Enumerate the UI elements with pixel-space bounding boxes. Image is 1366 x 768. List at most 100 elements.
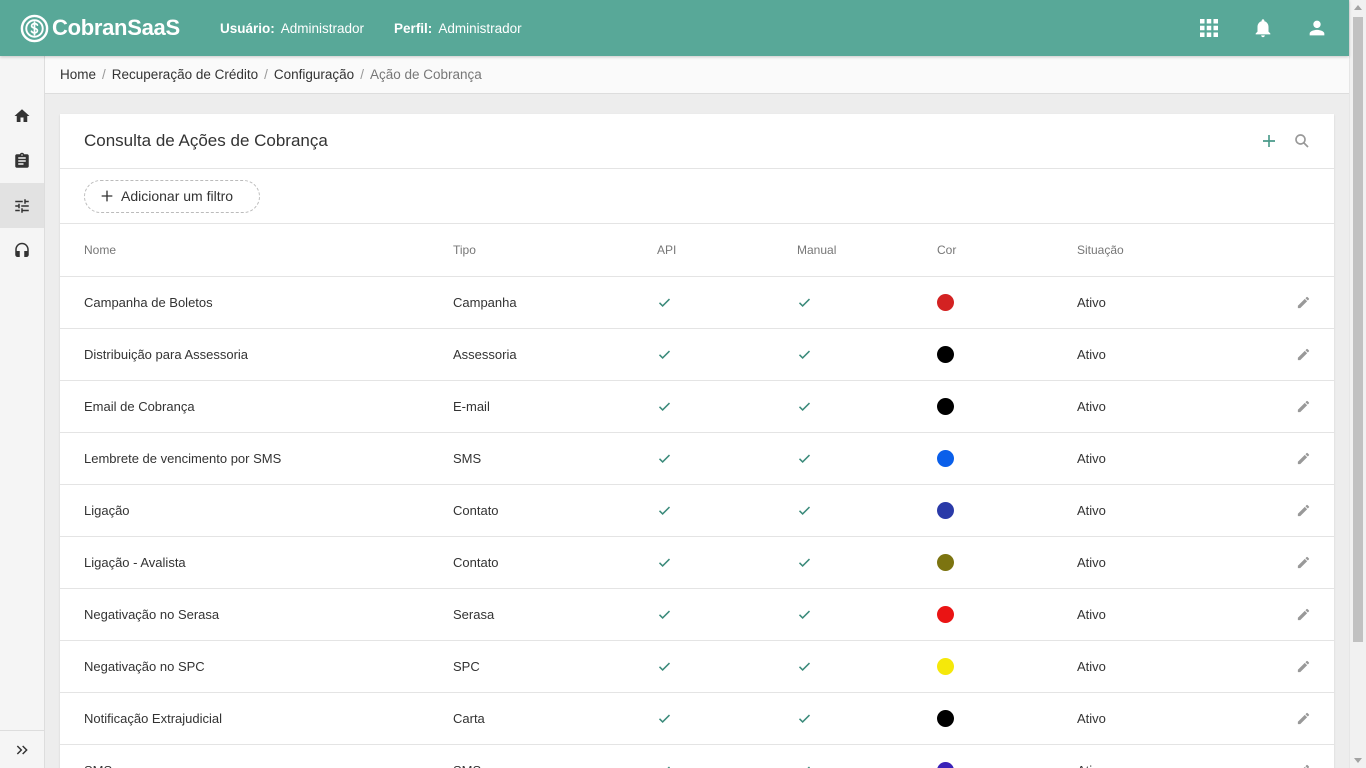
table-row[interactable]: Distribuição para Assessoria Assessoria At… <box>60 329 1334 381</box>
check-icon <box>797 693 812 744</box>
scroll-up-arrow[interactable] <box>1354 5 1362 10</box>
cell-tipo: Carta <box>453 711 485 726</box>
logo-text: CobranSaaS <box>52 15 180 40</box>
edit-pencil-icon[interactable] <box>1296 745 1311 768</box>
apps-grid-icon[interactable] <box>1197 16 1221 40</box>
table-row[interactable]: Negativação no Serasa Serasa Ativo <box>60 589 1334 641</box>
card-actions <box>1246 131 1312 151</box>
breadcrumb-separator: / <box>102 67 106 82</box>
top-icons <box>1167 16 1329 40</box>
cell-nome: Ligação <box>84 503 130 518</box>
cell-tipo: Campanha <box>453 295 517 310</box>
scroll-thumb[interactable] <box>1353 17 1363 642</box>
table-row[interactable]: SMS SMS Ativo <box>60 745 1334 768</box>
plus-icon <box>1263 135 1275 147</box>
clipboard-icon <box>15 152 29 168</box>
table-row[interactable]: Campanha de Boletos Campanha Ativo <box>60 277 1334 329</box>
double-chevron-right-icon <box>16 744 28 755</box>
table-row[interactable]: Ligação Contato Ativo <box>60 485 1334 537</box>
breadcrumb-current: Ação de Cobrança <box>369 67 482 82</box>
check-icon <box>797 329 812 380</box>
table-row[interactable]: Notificação Extrajudicial Carta Ativo <box>60 693 1334 745</box>
card-header: Consulta de Ações de Cobrança <box>60 114 1334 169</box>
color-swatch <box>937 641 954 692</box>
cell-situacao: Ativo <box>1077 745 1106 768</box>
header-nome[interactable]: Nome <box>84 224 116 276</box>
sidebar-item-clipboard[interactable] <box>0 138 44 183</box>
sidebar-expand-button[interactable] <box>0 730 44 768</box>
color-dot <box>937 606 954 623</box>
cell-situacao: Ativo <box>1077 607 1106 622</box>
cell-tipo: SPC <box>453 659 480 674</box>
edit-pencil-icon[interactable] <box>1296 329 1311 380</box>
edit-pencil-icon[interactable] <box>1296 589 1311 640</box>
cell-nome: SMS <box>84 745 112 768</box>
cell-nome: Lembrete de vencimento por SMS <box>84 451 282 466</box>
cell-nome: Notificação Extrajudicial <box>84 711 223 726</box>
cell-tipo: SMS <box>453 745 481 768</box>
color-swatch <box>937 381 954 432</box>
sidebar-item-support[interactable] <box>0 228 44 273</box>
table-row[interactable]: Ligação - Avalista Contato Ativo <box>60 537 1334 589</box>
edit-pencil-icon[interactable] <box>1296 433 1311 484</box>
add-button[interactable] <box>1259 131 1279 151</box>
edit-pencil-icon[interactable] <box>1296 537 1311 588</box>
check-icon <box>657 277 672 328</box>
color-dot <box>937 450 954 467</box>
cell-situacao: Ativo <box>1077 399 1106 414</box>
scroll-down-arrow[interactable] <box>1354 758 1362 763</box>
page-title: Consulta de Ações de Cobrança <box>84 131 328 150</box>
tune-icon <box>15 198 29 213</box>
check-icon <box>797 537 812 588</box>
color-swatch <box>937 329 954 380</box>
app-logo[interactable]: CobranSaaS <box>19 13 199 44</box>
search-button[interactable] <box>1292 131 1312 151</box>
color-dot <box>937 658 954 675</box>
check-icon <box>797 277 812 328</box>
profile-group: Perfil: Administrador <box>394 21 522 36</box>
sidebar-item-tune[interactable] <box>0 183 44 228</box>
header-cor[interactable]: Cor <box>937 224 956 276</box>
header-api[interactable]: API <box>657 224 676 276</box>
breadcrumb-configuracao[interactable]: Configuração <box>274 67 354 82</box>
sidebar <box>0 56 45 768</box>
color-dot <box>937 710 954 727</box>
filter-bar: Adicionar um filtro <box>60 169 1334 224</box>
header-manual[interactable]: Manual <box>797 224 836 276</box>
table-row[interactable]: Negativação no SPC SPC Ativo <box>60 641 1334 693</box>
check-icon <box>657 745 672 768</box>
account-icon[interactable] <box>1305 16 1329 40</box>
breadcrumb-separator: / <box>264 67 268 82</box>
color-dot <box>937 294 954 311</box>
logo-coin-icon <box>20 14 49 42</box>
table-row[interactable]: Lembrete de vencimento por SMS SMS Ativo <box>60 433 1334 485</box>
add-filter-button[interactable]: Adicionar um filtro <box>84 179 260 213</box>
breadcrumb-recuperacao[interactable]: Recuperação de Crédito <box>112 67 258 82</box>
edit-pencil-icon[interactable] <box>1296 641 1311 692</box>
color-swatch <box>937 485 954 536</box>
breadcrumb-home[interactable]: Home <box>60 67 96 82</box>
check-icon <box>797 589 812 640</box>
plus-icon <box>101 190 113 202</box>
table-row[interactable]: Email de Cobrança E-mail Ativo <box>60 381 1334 433</box>
edit-pencil-icon[interactable] <box>1296 277 1311 328</box>
cell-situacao: Ativo <box>1077 295 1106 310</box>
sidebar-item-home[interactable] <box>0 93 44 138</box>
color-dot <box>937 554 954 571</box>
user-label: Usuário: <box>220 20 275 36</box>
check-icon <box>797 485 812 536</box>
header-tipo[interactable]: Tipo <box>453 224 476 276</box>
edit-pencil-icon[interactable] <box>1296 381 1311 432</box>
bell-icon[interactable] <box>1251 16 1275 40</box>
header-situacao[interactable]: Situação <box>1077 224 1124 276</box>
check-icon <box>657 589 672 640</box>
cell-situacao: Ativo <box>1077 555 1106 570</box>
breadcrumb: Home / Recuperação de Crédito / Configur… <box>45 56 1349 94</box>
user-group: Usuário: Administrador <box>220 21 364 36</box>
edit-pencil-icon[interactable] <box>1296 485 1311 536</box>
cell-tipo: Serasa <box>453 607 495 622</box>
edit-pencil-icon[interactable] <box>1296 693 1311 744</box>
page-scrollbar[interactable] <box>1349 0 1366 768</box>
cell-situacao: Ativo <box>1077 659 1106 674</box>
check-icon <box>657 433 672 484</box>
